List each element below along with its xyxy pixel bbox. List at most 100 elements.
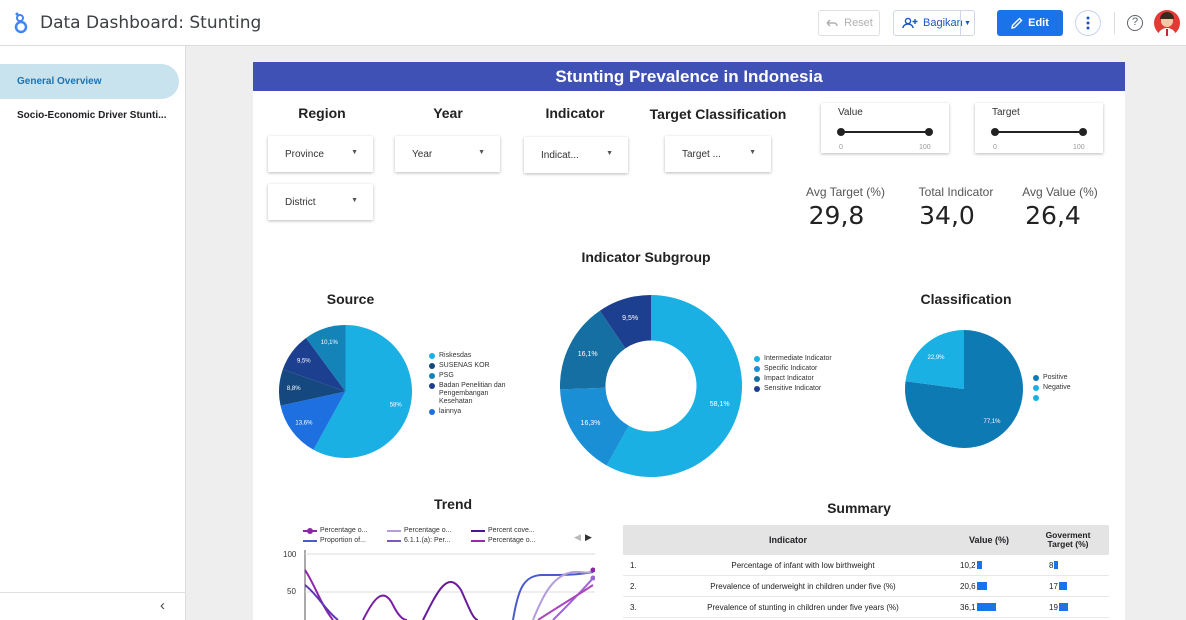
legend-label: Percentage o... [320, 527, 368, 534]
chevron-left-icon[interactable]: ‹ [160, 597, 165, 614]
legend-item[interactable]: 6.1.1.(a): Per... [387, 537, 471, 544]
year-label: Year [433, 105, 463, 121]
kpi-avg-target-value: 29,8 [808, 201, 865, 230]
target-classification-dropdown[interactable]: Target ... ▼ [665, 136, 771, 172]
legend-swatch [303, 527, 317, 534]
target-text: 17 [1049, 581, 1058, 591]
slider-max-handle[interactable] [1079, 128, 1087, 136]
legend-item[interactable]: Sensitive Indicator [754, 385, 854, 393]
legend-label: Sensitive Indicator [764, 385, 822, 392]
edit-button[interactable]: Edit [997, 10, 1063, 36]
report-title[interactable]: Data Dashboard: Stunting [40, 13, 261, 33]
province-dropdown[interactable]: Province ▼ [268, 136, 373, 172]
legend-item[interactable] [1033, 394, 1083, 401]
indicator-cell: Percentage of infant with low birthweigh… [731, 560, 875, 570]
share-button[interactable]: Bagikan ▼ [893, 10, 975, 36]
table-row[interactable]: 2. Prevalence of underweight in children … [623, 576, 1109, 597]
legend-item[interactable]: Intermediate Indicator [754, 355, 854, 363]
legend-item[interactable]: PSG [429, 372, 519, 380]
year-dropdown-value: Year [412, 148, 433, 160]
column-header-value[interactable]: Value (%) [953, 525, 1025, 555]
indicator-cell: Prevalence of underweight in children un… [710, 581, 896, 591]
value-text: 10,2 [960, 560, 976, 570]
slider-min-handle[interactable] [837, 128, 845, 136]
classification-pie-chart[interactable]: 77,1% 22,9% [904, 329, 1024, 449]
legend-item[interactable]: Percentage o... [387, 527, 471, 534]
legend-item[interactable]: lainnya [429, 408, 519, 416]
column-header-target[interactable]: Goverment Target (%) [1037, 525, 1099, 555]
legend-swatch [429, 363, 435, 369]
value-range-slider[interactable]: Value 0 100 [821, 103, 949, 153]
legend-item[interactable]: Proportion of... [303, 537, 387, 544]
trend-y-tick: 50 [287, 587, 296, 596]
report-banner-title: Stunting Prevalence in Indonesia [253, 62, 1125, 91]
target-text: 8 [1049, 560, 1054, 570]
sidebar-item-label: General Overview [17, 76, 102, 87]
classification-title: Classification [920, 291, 1012, 307]
legend-item[interactable]: Specific Indicator [754, 365, 854, 373]
indicator-subgroup-donut-chart[interactable]: 58,1% 16,3% 16,1% 9,5% [559, 294, 743, 478]
legend-item[interactable]: SUSENAS KOR [429, 362, 519, 370]
avatar[interactable] [1154, 10, 1180, 36]
legend-swatch [471, 529, 485, 532]
slider-label: Value [838, 107, 863, 118]
legend-swatch [429, 353, 435, 359]
year-dropdown[interactable]: Year ▼ [395, 136, 500, 172]
report-canvas: Stunting Prevalence in Indonesia Region … [253, 62, 1125, 620]
trend-series-line [422, 581, 479, 620]
legend-label: Positive [1043, 374, 1068, 381]
share-menu-dropdown[interactable]: ▼ [960, 11, 974, 35]
legend-label: Percentage o... [488, 537, 536, 544]
value-cell: 10,2 [960, 555, 1030, 575]
legend-item[interactable]: Positive [1033, 374, 1083, 382]
legend-label: Percent cove... [488, 527, 535, 534]
legend-swatch [754, 366, 760, 372]
trend-title: Trend [433, 496, 473, 512]
legend-item[interactable]: Negative [1033, 384, 1083, 392]
legend-prev-icon[interactable]: ◀ [574, 532, 581, 543]
more-options-button[interactable] [1075, 10, 1101, 36]
legend-label: Intermediate Indicator [764, 355, 832, 362]
sidebar-item-general-overview[interactable]: General Overview [0, 64, 179, 99]
legend-item[interactable]: Riskesdas [429, 352, 519, 360]
looker-studio-logo-icon[interactable] [12, 12, 30, 34]
kpi-avg-target-label: Avg Target (%) [806, 185, 885, 199]
legend-item[interactable]: Percentage o... [303, 527, 387, 534]
target-classification-label: Target Classification [649, 106, 787, 122]
legend-label: Percentage o... [404, 527, 452, 534]
table-row[interactable]: 3. Prevalence of stunting in children und… [623, 597, 1109, 618]
value-text: 36,1 [960, 602, 976, 612]
district-dropdown[interactable]: District ▼ [268, 184, 373, 220]
column-header-indicator[interactable]: Indicator [623, 525, 953, 555]
target-cell: 19 [1049, 597, 1109, 617]
slider-min-handle[interactable] [991, 128, 999, 136]
legend-label: Proportion of... [320, 537, 366, 544]
legend-item[interactable]: Percent cove... [471, 527, 555, 534]
trend-series-line [552, 577, 594, 620]
caret-down-icon: ▼ [749, 149, 756, 156]
pie-slice-label: 9,5% [297, 359, 311, 365]
caret-down-icon: ▼ [964, 19, 971, 27]
page-navigation-sidebar: General Overview Socio-Economic Driver S… [0, 46, 186, 620]
slider-max-handle[interactable] [925, 128, 933, 136]
legend-item[interactable]: Badan Penelitian dan Pengembangan Keseha… [429, 382, 519, 406]
legend-item[interactable]: Percentage o... [471, 537, 555, 544]
legend-next-icon[interactable]: ▶ [585, 532, 592, 543]
legend-item[interactable]: Impact Indicator [754, 375, 854, 383]
help-icon[interactable]: ? [1127, 15, 1143, 31]
indicator-dropdown[interactable]: Indicat... ▼ [524, 137, 628, 173]
slider-label: Target [992, 107, 1020, 118]
table-row[interactable]: 1. Percentage of infant with low birthwei… [623, 555, 1109, 576]
district-dropdown-value: District [285, 196, 316, 208]
trend-line-chart[interactable] [303, 550, 595, 620]
reset-button[interactable]: Reset [818, 10, 880, 36]
target-range-slider[interactable]: Target 0 100 [975, 103, 1103, 153]
source-title: Source [326, 291, 375, 307]
add-person-icon [902, 17, 918, 29]
target-classification-dropdown-value: Target ... [682, 148, 721, 160]
reset-label: Reset [844, 17, 873, 29]
legend-swatch [1033, 375, 1039, 381]
source-pie-chart[interactable]: 58% 13,6% 8,8% 9,5% 10,1% [278, 324, 413, 459]
sidebar-item-socio-economic-driver[interactable]: Socio-Economic Driver Stunti... [0, 98, 179, 133]
pie-slice-label: 58% [390, 402, 403, 408]
